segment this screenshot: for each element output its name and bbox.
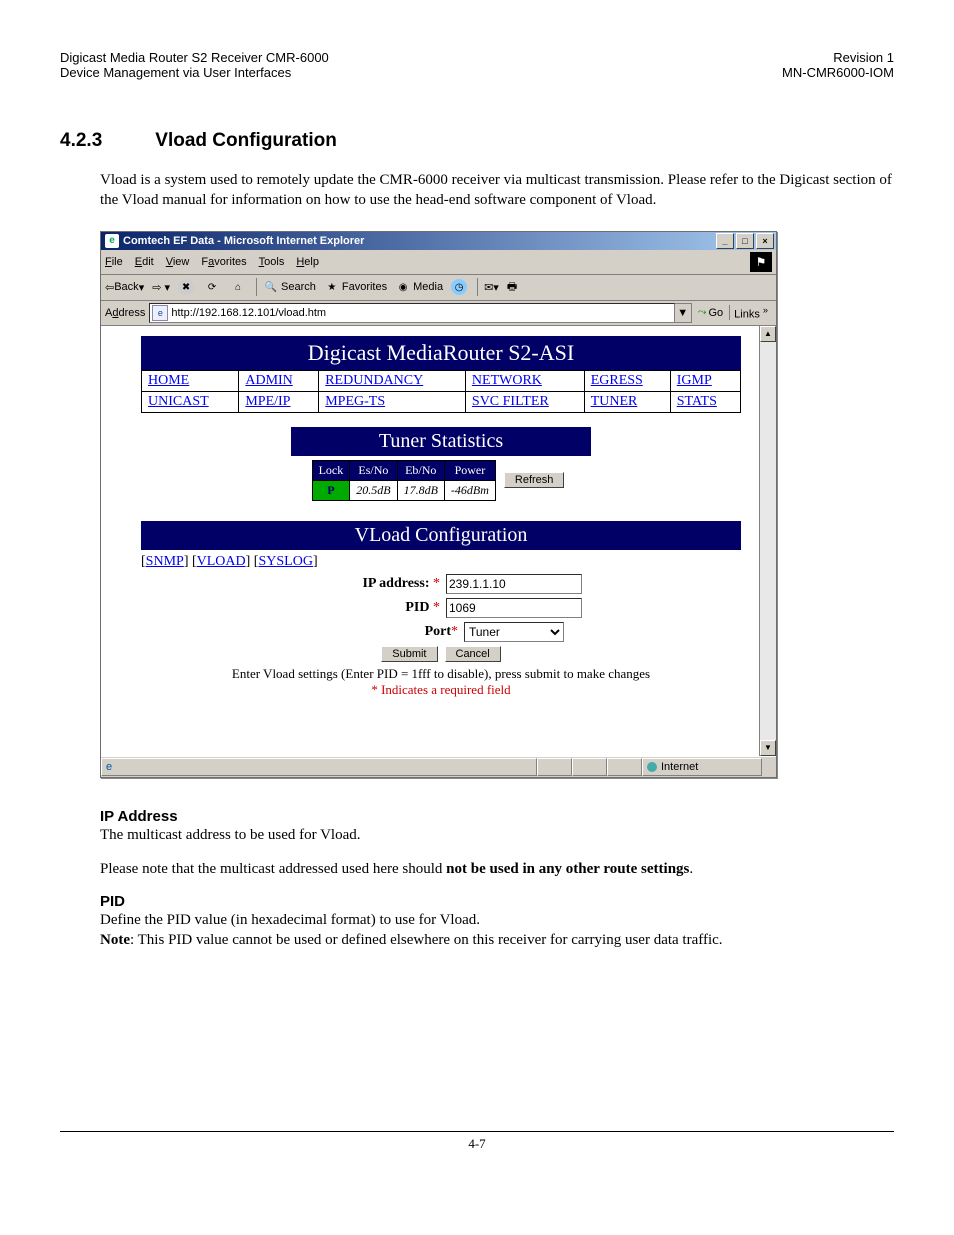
page-banner: Digicast MediaRouter S2-ASI [141, 336, 741, 370]
required-note: * Indicates a required field [141, 682, 741, 698]
menu-tools[interactable]: Tools [259, 256, 285, 268]
col-esno: Es/No [350, 460, 397, 480]
cancel-button[interactable]: Cancel [445, 646, 501, 662]
tuner-stats-heading: Tuner Statistics [291, 427, 591, 456]
val-ebno: 17.8dB [397, 480, 444, 500]
minimize-button[interactable]: _ [716, 233, 734, 249]
menu-edit[interactable]: Edit [135, 256, 154, 268]
page-viewport: Digicast MediaRouter S2-ASI HOME ADMIN R… [101, 326, 776, 756]
nav-igmp[interactable]: IGMP [677, 373, 712, 388]
ip-address-note: Please note that the multicast addressed… [100, 859, 894, 879]
favorites-button[interactable]: ★Favorites [324, 279, 387, 295]
vload-heading: VLoad Configuration [141, 521, 741, 550]
sublink-vload[interactable]: VLOAD [197, 554, 246, 569]
menu-file[interactable]: File [105, 256, 123, 268]
col-ebno: Eb/No [397, 460, 444, 480]
col-power: Power [444, 460, 495, 480]
vertical-scrollbar[interactable]: ▲ ▼ [759, 326, 776, 756]
toolbar: ⇦ Back ▾ ⇨ ▾ ✖ ⟳ ⌂ 🔍Search ★Favorites ◉M… [101, 275, 776, 301]
tuner-stats-table: Lock Es/No Eb/No Power Refresh P 20.5dB … [312, 460, 571, 501]
nav-admin[interactable]: ADMIN [245, 373, 292, 388]
admin-sublinks: [SNMP] [VLOAD] [SYSLOG] [141, 554, 741, 570]
menu-help[interactable]: Help [296, 256, 319, 268]
section-heading: 4.2.3 Vload Configuration [60, 130, 894, 152]
status-bar: e Internet [101, 756, 776, 777]
home-button[interactable]: ⌂ [230, 279, 248, 295]
pid-heading: PID [100, 893, 894, 910]
internet-zone-label: Internet [661, 761, 698, 773]
page-footer: 4-7 [60, 1131, 894, 1152]
window-titlebar: e Comtech EF Data - Microsoft Internet E… [101, 232, 776, 250]
media-button[interactable]: ◉Media [395, 279, 443, 295]
header-right-line2: MN-CMR6000-IOM [782, 65, 894, 80]
section-intro-paragraph: Vload is a system used to remotely updat… [100, 170, 894, 211]
scroll-up-icon[interactable]: ▲ [760, 326, 776, 342]
mail-button[interactable]: ✉▾ [484, 281, 499, 294]
back-button[interactable]: ⇦ Back ▾ [105, 281, 144, 294]
ip-address-heading: IP Address [100, 808, 894, 825]
page-running-header: Digicast Media Router S2 Receiver CMR-60… [60, 50, 894, 80]
menu-favorites[interactable]: Favorites [201, 256, 246, 268]
close-button[interactable]: × [756, 233, 774, 249]
nav-mpeip[interactable]: MPE/IP [245, 394, 290, 409]
pid-note: Note: This PID value cannot be used or d… [100, 930, 894, 950]
site-nav: HOME ADMIN REDUNDANCY NETWORK EGRESS IGM… [141, 370, 741, 413]
ip-label: IP address: [362, 576, 429, 591]
header-left-line1: Digicast Media Router S2 Receiver CMR-60… [60, 50, 329, 65]
go-button[interactable]: ⤳Go [698, 306, 724, 319]
pid-input[interactable] [446, 598, 582, 618]
menu-view[interactable]: View [166, 256, 190, 268]
menubar: File Edit View Favorites Tools Help ⚑ [101, 250, 776, 275]
address-bar: Address e http://192.168.12.101/vload.ht… [101, 301, 776, 326]
val-lock: P [312, 480, 350, 500]
ie-status-icon: e [106, 761, 112, 773]
pid-label: PID [405, 600, 429, 615]
form-note: Enter Vload settings (Enter PID = 1fff t… [141, 666, 741, 682]
nav-unicast[interactable]: UNICAST [148, 394, 209, 409]
refresh-button[interactable]: Refresh [504, 472, 565, 488]
links-button[interactable]: Links » [729, 305, 772, 321]
maximize-button[interactable]: □ [736, 233, 754, 249]
address-input[interactable]: e http://192.168.12.101/vload.htm [149, 303, 674, 323]
val-esno: 20.5dB [350, 480, 397, 500]
address-label: Address [105, 307, 145, 319]
nav-svcfilter[interactable]: SVC FILTER [472, 394, 549, 409]
header-right-line1: Revision 1 [782, 50, 894, 65]
address-url: http://192.168.12.101/vload.htm [171, 307, 326, 319]
print-button[interactable]: 🖶 [507, 278, 517, 297]
col-lock: Lock [312, 460, 350, 480]
header-left-line2: Device Management via User Interfaces [60, 65, 329, 80]
nav-mpegts[interactable]: MPEG-TS [325, 394, 385, 409]
nav-redundancy[interactable]: REDUNDANCY [325, 373, 423, 388]
sublink-syslog[interactable]: SYSLOG [258, 554, 312, 569]
sublink-snmp[interactable]: SNMP [146, 554, 184, 569]
port-label: Port [425, 624, 451, 639]
stop-button[interactable]: ✖ [178, 279, 196, 295]
submit-button[interactable]: Submit [381, 646, 437, 662]
pid-desc: Define the PID value (in hexadecimal for… [100, 910, 894, 930]
window-title: Comtech EF Data - Microsoft Internet Exp… [123, 235, 714, 247]
scroll-down-icon[interactable]: ▼ [760, 740, 776, 756]
nav-network[interactable]: NETWORK [472, 373, 542, 388]
ip-address-input[interactable] [446, 574, 582, 594]
val-power: -46dBm [444, 480, 495, 500]
ie-logo-icon: e [105, 234, 119, 248]
nav-tuner[interactable]: TUNER [591, 394, 638, 409]
browser-window: e Comtech EF Data - Microsoft Internet E… [100, 231, 777, 778]
nav-egress[interactable]: EGRESS [591, 373, 643, 388]
search-button[interactable]: 🔍Search [263, 279, 316, 295]
ip-address-desc: The multicast address to be used for Vlo… [100, 825, 894, 845]
ie-throbber-icon: ⚑ [750, 252, 772, 272]
section-number: 4.2.3 [60, 130, 150, 152]
page-icon: e [152, 305, 168, 321]
section-title-text: Vload Configuration [155, 130, 337, 151]
nav-stats[interactable]: STATS [677, 394, 717, 409]
nav-home[interactable]: HOME [148, 373, 189, 388]
port-select[interactable]: Tuner [464, 622, 564, 642]
history-button[interactable]: ◷ [451, 279, 469, 295]
internet-zone-icon [647, 762, 657, 772]
forward-button[interactable]: ⇨ ▾ [152, 281, 170, 294]
address-dropdown-button[interactable]: ▼ [675, 303, 692, 323]
refresh-button[interactable]: ⟳ [204, 279, 222, 295]
